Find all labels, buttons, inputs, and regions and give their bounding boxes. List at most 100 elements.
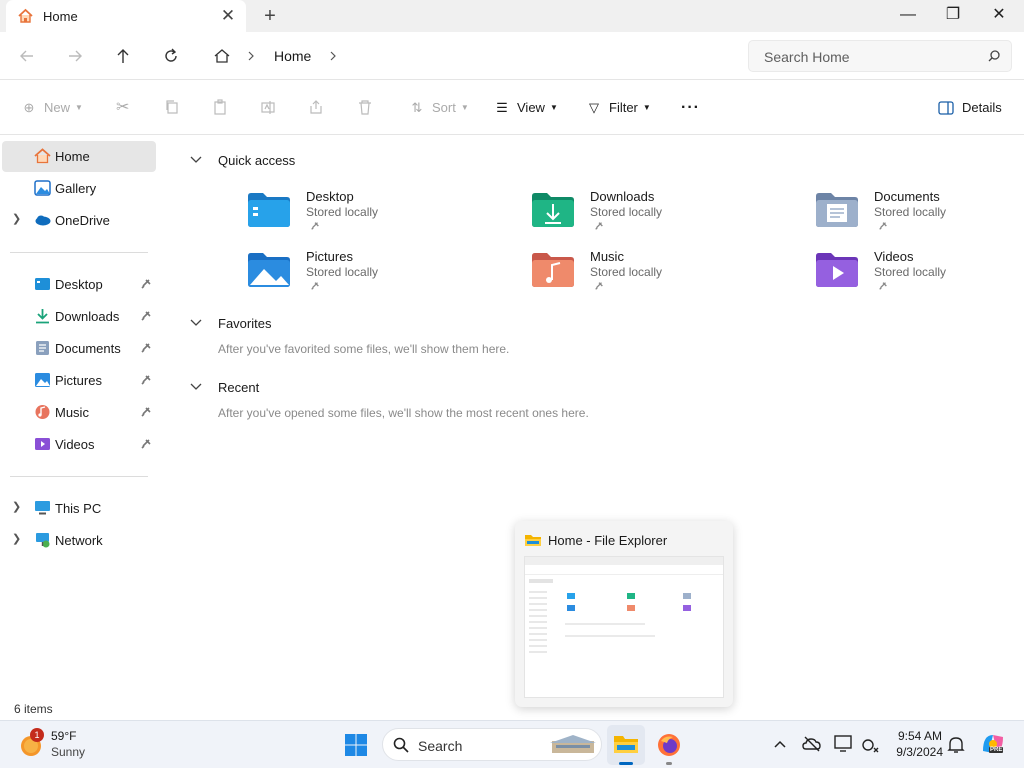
sidebar-item-network[interactable]: ❯ Network xyxy=(2,525,156,556)
quick-access-desktop[interactable]: Desktop Stored locally xyxy=(247,188,447,234)
chevron-right-icon[interactable] xyxy=(246,50,256,62)
onedrive-icon xyxy=(35,215,51,226)
pin-icon[interactable] xyxy=(140,406,152,418)
sidebar-item-downloads[interactable]: Downloads xyxy=(2,301,156,332)
chevron-down-icon[interactable] xyxy=(188,152,204,168)
new-tab-button[interactable]: + xyxy=(258,4,282,28)
chevron-down-icon: ▼ xyxy=(460,103,469,112)
close-button[interactable]: ✕ xyxy=(976,4,1022,28)
maximize-button[interactable]: ❐ xyxy=(930,4,976,28)
taskbar-thumbnail-preview[interactable]: Home - File Explorer xyxy=(515,521,733,707)
pin-icon[interactable] xyxy=(140,310,152,322)
folder-location: Stored locally xyxy=(874,265,947,279)
quick-access-downloads[interactable]: Downloads Stored locally xyxy=(531,188,731,234)
music-folder-icon xyxy=(532,253,574,287)
plus-circle-icon: ⊕ xyxy=(23,100,35,115)
breadcrumb-home[interactable]: Home xyxy=(274,48,311,64)
up-arrow-icon[interactable] xyxy=(113,46,133,66)
sidebar-item-this-pc[interactable]: ❯ This PC xyxy=(2,493,156,524)
desktop-folder-icon xyxy=(248,193,290,227)
taskbar-firefox[interactable] xyxy=(652,725,686,765)
pin-icon xyxy=(311,222,319,230)
folder-name: Music xyxy=(590,249,624,264)
sidebar-item-videos[interactable]: Videos xyxy=(2,429,156,460)
pin-icon[interactable] xyxy=(140,342,152,354)
taskbar-file-explorer[interactable] xyxy=(607,725,645,765)
sidebar-item-home[interactable]: Home xyxy=(2,141,156,172)
copilot-icon xyxy=(983,735,1003,753)
forward-arrow-icon[interactable] xyxy=(65,47,85,65)
notification-bell-icon[interactable] xyxy=(947,735,965,755)
pin-icon[interactable] xyxy=(140,438,152,450)
sidebar-item-label: Gallery xyxy=(55,181,97,196)
filter-button[interactable]: ▽ Filter ▼ xyxy=(585,97,651,119)
chevron-right-icon[interactable] xyxy=(328,50,338,62)
quick-access-music[interactable]: Music Stored locally xyxy=(531,248,731,294)
tab-home[interactable]: Home ✕ xyxy=(6,0,246,32)
tab-title: Home xyxy=(43,9,78,24)
sidebar-item-pictures[interactable]: Pictures xyxy=(2,365,156,396)
search-icon xyxy=(988,50,1000,62)
chevron-down-icon: ▼ xyxy=(642,103,651,112)
paste-icon[interactable] xyxy=(212,99,228,115)
chevron-down-icon[interactable] xyxy=(188,315,204,331)
pin-icon xyxy=(311,282,319,290)
display-icon[interactable] xyxy=(834,735,854,753)
thumbnail-folder xyxy=(683,605,691,611)
search-input[interactable]: Search Home xyxy=(748,40,1012,72)
sidebar-item-onedrive[interactable]: ❯ OneDrive xyxy=(2,205,156,236)
home-icon xyxy=(34,148,51,164)
clock-date[interactable]: 9/3/2024 xyxy=(893,745,943,759)
back-arrow-icon[interactable] xyxy=(17,47,37,65)
more-options-button[interactable]: ··· xyxy=(681,97,700,119)
onedrive-offline-icon[interactable] xyxy=(802,735,822,753)
copy-icon[interactable] xyxy=(164,99,180,115)
quick-access-heading[interactable]: Quick access xyxy=(218,153,295,168)
taskbar-search-box[interactable]: Search xyxy=(382,728,602,761)
network-status-icon[interactable] xyxy=(860,736,880,754)
favorites-heading[interactable]: Favorites xyxy=(218,316,271,331)
sort-button[interactable]: ⇅ Sort ▼ xyxy=(408,97,469,119)
rename-icon[interactable] xyxy=(260,99,276,115)
windows-start-icon[interactable] xyxy=(344,733,368,757)
recent-empty-text: After you've opened some files, we'll sh… xyxy=(218,406,589,420)
tab-close-button[interactable]: ✕ xyxy=(218,7,238,25)
folder-name: Pictures xyxy=(306,249,353,264)
cut-icon[interactable]: ✂ xyxy=(116,97,129,119)
clock-time[interactable]: 9:54 AM xyxy=(896,729,942,743)
share-icon[interactable] xyxy=(308,99,324,115)
chevron-right-icon[interactable]: ❯ xyxy=(12,500,21,513)
refresh-icon[interactable] xyxy=(161,46,181,66)
chevron-down-icon[interactable] xyxy=(188,379,204,395)
view-button[interactable]: ☰ View ▼ xyxy=(493,97,558,119)
view-list-icon: ☰ xyxy=(496,100,508,115)
quick-access-documents[interactable]: Documents Stored locally xyxy=(815,188,1015,234)
pin-icon[interactable] xyxy=(140,374,152,386)
sidebar-item-gallery[interactable]: Gallery xyxy=(2,173,156,204)
recent-heading[interactable]: Recent xyxy=(218,380,259,395)
chevron-up-icon[interactable] xyxy=(773,739,787,749)
folder-name: Desktop xyxy=(306,189,354,204)
downloads-icon xyxy=(36,309,49,324)
quick-access-videos[interactable]: Videos Stored locally xyxy=(815,248,1015,294)
pin-icon[interactable] xyxy=(140,278,152,290)
music-icon xyxy=(35,405,50,419)
sidebar-item-label: Network xyxy=(55,533,103,548)
search-placeholder: Search Home xyxy=(764,49,850,65)
chevron-right-icon[interactable]: ❯ xyxy=(12,532,21,545)
delete-icon[interactable] xyxy=(357,99,373,115)
sidebar-item-music[interactable]: Music xyxy=(2,397,156,428)
new-button[interactable]: ⊕ New ▼ xyxy=(20,97,83,119)
file-explorer-icon xyxy=(525,535,541,546)
sidebar-item-desktop[interactable]: Desktop xyxy=(2,269,156,300)
sidebar-item-documents[interactable]: Documents xyxy=(2,333,156,364)
breadcrumb-home-icon[interactable] xyxy=(212,46,232,66)
details-pane-button[interactable]: Details xyxy=(938,97,1002,119)
chevron-right-icon[interactable]: ❯ xyxy=(12,212,21,225)
minimize-button[interactable]: — xyxy=(885,4,931,28)
copilot-button[interactable]: PRE xyxy=(980,731,1006,757)
sort-icon: ⇅ xyxy=(411,100,423,115)
thumbnail-folder xyxy=(627,593,635,599)
quick-access-pictures[interactable]: Pictures Stored locally xyxy=(247,248,447,294)
details-pane-icon xyxy=(938,101,954,115)
